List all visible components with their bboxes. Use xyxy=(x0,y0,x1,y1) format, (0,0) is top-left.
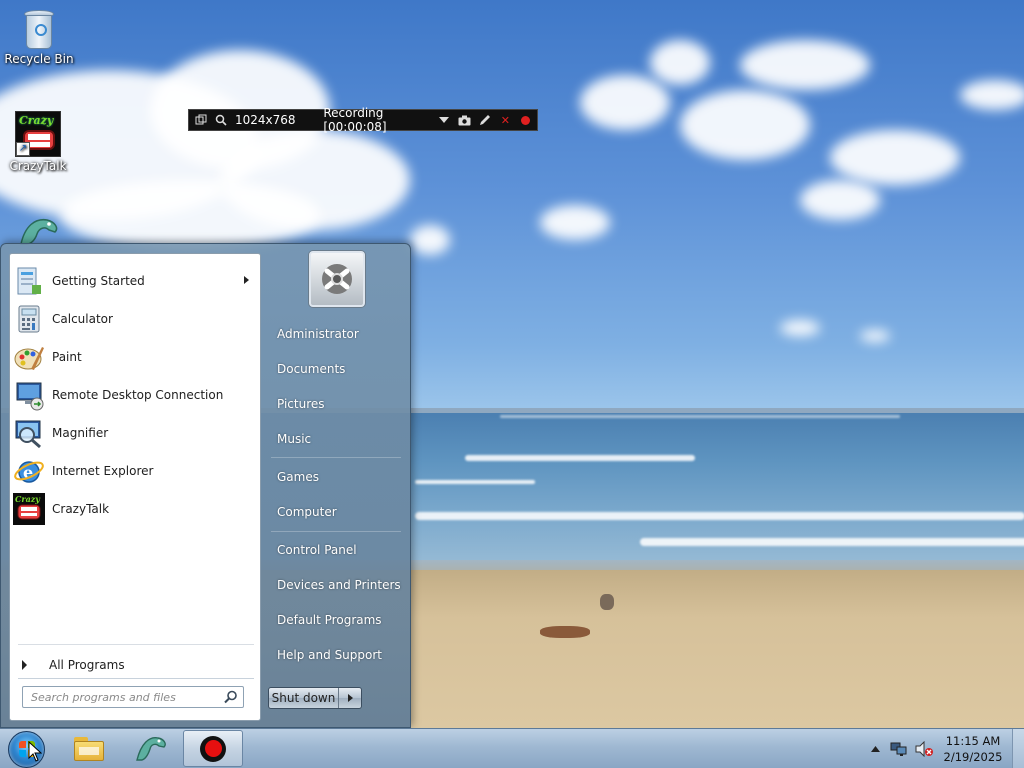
start-menu-programs-pane: Getting Started Calculator Paint Remote … xyxy=(9,253,261,721)
search-separator xyxy=(18,678,254,679)
calculator-icon xyxy=(13,303,45,335)
recorder-toolbar: 1024x768 Recording [00:00:08] ✕ xyxy=(188,106,538,134)
taskbar-dragon-button[interactable] xyxy=(121,730,181,767)
start-menu: Getting Started Calculator Paint Remote … xyxy=(0,243,411,728)
program-crazytalk[interactable]: Crazy CrazyTalk xyxy=(13,491,257,527)
menu-item-label: Pictures xyxy=(277,397,325,411)
paint-icon xyxy=(13,341,45,373)
menu-item-label: Devices and Printers xyxy=(277,578,401,592)
chevron-right-icon xyxy=(347,694,353,702)
shortcut-arrow-icon: ↗ xyxy=(16,142,30,156)
svg-text:Crazy: Crazy xyxy=(15,494,41,504)
program-label: Calculator xyxy=(52,312,113,326)
taskbar-recorder-button[interactable] xyxy=(183,730,243,767)
menu-item-label: Control Panel xyxy=(277,543,357,557)
dragon-icon xyxy=(15,214,61,246)
menu-item-devices-printers[interactable]: Devices and Printers xyxy=(267,570,407,600)
taskbar-explorer-button[interactable] xyxy=(59,730,119,767)
pen-icon[interactable] xyxy=(479,113,491,127)
recycle-bin-icon xyxy=(22,8,56,50)
menu-item-control-panel[interactable]: Control Panel xyxy=(267,535,407,565)
crazytalk-icon: Crazy ↗ xyxy=(15,111,61,157)
internet-explorer-icon: e xyxy=(13,455,45,487)
menu-item-pictures[interactable]: Pictures xyxy=(267,389,407,419)
program-label: Magnifier xyxy=(52,426,109,440)
program-paint[interactable]: Paint xyxy=(13,339,257,375)
network-icon[interactable] xyxy=(888,732,910,766)
record-icon[interactable] xyxy=(519,113,531,127)
dragon-icon xyxy=(133,732,169,765)
menu-separator xyxy=(271,531,401,532)
taskbar-clock[interactable]: 11:15 AM 2/19/2025 xyxy=(942,733,1004,765)
desktop-icon-crazytalk[interactable]: Crazy ↗ CrazyTalk xyxy=(0,111,76,173)
windows-explorer-icon xyxy=(74,736,104,761)
menu-item-label: Computer xyxy=(277,505,337,519)
all-programs-label: All Programs xyxy=(49,658,125,672)
desktop-icon-recycle-bin[interactable]: Recycle Bin xyxy=(1,8,77,66)
program-calculator[interactable]: Calculator xyxy=(13,301,257,337)
program-remote-desktop[interactable]: Remote Desktop Connection xyxy=(13,377,257,413)
stop-icon[interactable]: ✕ xyxy=(499,113,511,127)
search-input[interactable] xyxy=(22,686,244,708)
getting-started-icon xyxy=(13,265,45,297)
search-icon[interactable] xyxy=(224,690,238,704)
remote-desktop-icon xyxy=(13,379,45,411)
show-desktop-button[interactable] xyxy=(1012,729,1024,768)
show-hidden-icons-button[interactable] xyxy=(868,732,882,766)
recorder-icon xyxy=(200,735,226,762)
menu-item-label: Games xyxy=(277,470,319,484)
menu-item-default-programs[interactable]: Default Programs xyxy=(267,605,407,635)
volume-muted-icon[interactable] xyxy=(912,732,936,766)
submenu-arrow-icon[interactable] xyxy=(244,276,249,284)
desktop-icon-dragon[interactable] xyxy=(0,214,76,246)
desktop-icon-label: CrazyTalk xyxy=(9,159,67,173)
dropdown-arrow-icon[interactable] xyxy=(439,113,451,127)
shutdown-button[interactable]: Shut down xyxy=(269,688,339,708)
program-magnifier[interactable]: Magnifier xyxy=(13,415,257,451)
programs-separator xyxy=(18,644,254,645)
menu-item-computer[interactable]: Computer xyxy=(267,497,407,527)
desktop-icon-label: Recycle Bin xyxy=(4,52,74,66)
menu-item-music[interactable]: Music xyxy=(267,424,407,454)
recording-resolution: 1024x768 xyxy=(235,113,296,127)
program-getting-started[interactable]: Getting Started xyxy=(13,263,257,299)
menu-item-label: Default Programs xyxy=(277,613,382,627)
camera-icon[interactable] xyxy=(458,113,471,127)
menu-item-label: Administrator xyxy=(277,327,359,341)
program-label: Paint xyxy=(52,350,82,364)
all-programs-button[interactable]: All Programs xyxy=(18,651,254,679)
zoom-icon[interactable] xyxy=(215,113,227,127)
clock-date: 2/19/2025 xyxy=(943,750,1003,764)
program-label: Getting Started xyxy=(52,274,145,288)
shutdown-control: Shut down xyxy=(268,687,362,709)
clock-time: 11:15 AM xyxy=(945,734,1001,748)
crazytalk-icon: Crazy xyxy=(13,493,45,525)
menu-item-label: Music xyxy=(277,432,312,446)
program-label: Remote Desktop Connection xyxy=(52,388,224,402)
menu-item-help-support[interactable]: Help and Support xyxy=(267,640,407,670)
user-picture[interactable] xyxy=(309,251,365,307)
menu-item-documents[interactable]: Documents xyxy=(267,354,407,384)
program-label: CrazyTalk xyxy=(52,502,110,516)
menu-item-label: Help and Support xyxy=(277,648,382,662)
menu-separator xyxy=(271,457,401,458)
program-internet-explorer[interactable]: e Internet Explorer xyxy=(13,453,257,489)
recording-status: Recording [00:00:08] xyxy=(323,106,387,134)
menu-item-games[interactable]: Games xyxy=(267,462,407,492)
window-mode-icon[interactable] xyxy=(195,113,207,127)
menu-item-label: Documents xyxy=(277,362,346,376)
shutdown-options-button[interactable] xyxy=(339,688,361,708)
menu-item-administrator[interactable]: Administrator xyxy=(267,319,407,349)
program-label: Internet Explorer xyxy=(52,464,154,478)
all-programs-arrow-icon xyxy=(22,660,27,670)
magnifier-icon xyxy=(13,417,45,449)
